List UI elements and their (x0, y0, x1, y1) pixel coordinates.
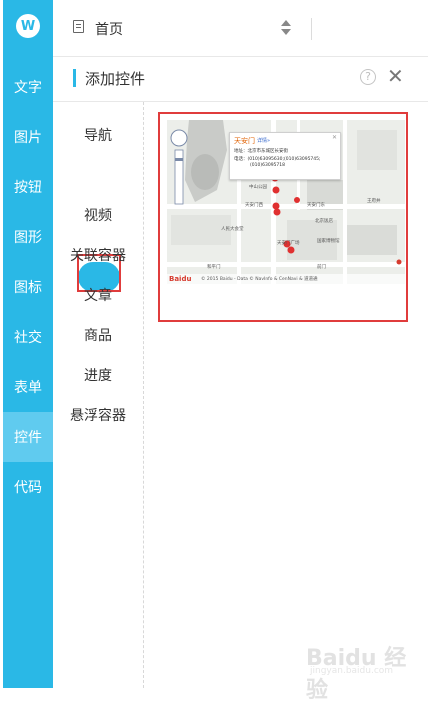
map-widget[interactable]: 天安门 详情» ✕ 地址：北京市东城区长安街 电话：(010)63095630;… (167, 120, 405, 284)
panel-header: 添加控件 ? ✕ (53, 57, 428, 102)
sidebar-item-label: 图标 (14, 280, 42, 296)
popup-phone-extra: (010)63095718 (250, 163, 286, 168)
page-selector[interactable]: 首页 (95, 19, 123, 39)
popup-address: 地址：北京市东城区长安街 (234, 149, 288, 154)
sidebar-item-form[interactable]: 表单 (3, 362, 53, 412)
sidebar-item-label: 图片 (14, 130, 42, 146)
category-map[interactable]: 地图 (53, 165, 143, 185)
map-label: 北京饭店 (315, 219, 333, 224)
map-label: 和平门 (207, 265, 221, 270)
title-accent (73, 69, 76, 87)
map-info-popup[interactable]: 天安门 详情» ✕ 地址：北京市东城区长安街 电话：(010)63095630;… (229, 132, 341, 180)
map-footer: Baidu © 2015 Baidu - Data © NavInfo & Ce… (167, 274, 405, 284)
category-product[interactable]: 商品 (53, 325, 143, 345)
sidebar-item-icon[interactable]: 图标 (3, 262, 53, 312)
app-logo[interactable]: W (16, 14, 40, 38)
baidu-map-logo: Baidu (169, 275, 192, 283)
divider (311, 18, 312, 40)
watermark-url: jingyan.baidu.com (310, 666, 394, 676)
sidebar-item-widget[interactable]: 控件 (3, 412, 53, 462)
map-copyright: © 2015 Baidu - Data © NavInfo & CenNavi … (201, 277, 318, 282)
category-list: 导航 地图 视频 关联容器 文章 商品 进度 悬浮容器 (53, 102, 144, 688)
logo-text: W (20, 18, 36, 34)
category-floating-container[interactable]: 悬浮容器 (53, 405, 143, 425)
map-label: 天安门东 (307, 203, 325, 208)
map-label: 天安门西 (245, 203, 263, 208)
help-icon[interactable]: ? (360, 69, 376, 85)
page-switch-icon[interactable] (281, 20, 291, 36)
sidebar-item-code[interactable]: 代码 (3, 462, 53, 512)
panel-title: 添加控件 (85, 70, 146, 88)
map-label: 国家博物馆 (317, 239, 340, 244)
popup-title: 天安门 (234, 137, 255, 145)
sidebar-item-label: 文字 (14, 80, 42, 96)
map-label: 王府井 (367, 199, 381, 204)
page-icon (73, 20, 84, 33)
sidebar-item-label: 代码 (14, 480, 42, 496)
category-article[interactable]: 文章 (53, 285, 143, 305)
sidebar-item-shape[interactable]: 图形 (3, 212, 53, 262)
map-label: 天安门广场 (277, 241, 300, 246)
sidebar-item-label: 表单 (14, 380, 42, 396)
category-video[interactable]: 视频 (53, 205, 143, 225)
sidebar-item-social[interactable]: 社交 (3, 312, 53, 362)
sidebar-item-label: 图形 (14, 230, 42, 246)
sidebar-item-label: 控件 (14, 430, 42, 446)
popup-detail-link[interactable]: 详情» (257, 137, 270, 144)
close-icon[interactable]: ✕ (387, 65, 404, 87)
sidebar-item-button[interactable]: 按钮 (3, 162, 53, 212)
sidebar: W 文字 图片 按钮 图形 图标 社交 表单 控件 代码 (3, 0, 53, 688)
sidebar-item-label: 社交 (14, 330, 42, 346)
category-linked-container[interactable]: 关联容器 (53, 245, 143, 265)
sidebar-item-image[interactable]: 图片 (3, 112, 53, 162)
map-label: 人民大会堂 (221, 227, 244, 232)
map-label: 前门 (317, 265, 326, 270)
sidebar-item-label: 按钮 (14, 180, 42, 196)
top-bar: 首页 (53, 0, 428, 57)
popup-close-icon[interactable]: ✕ (332, 134, 337, 141)
map-label: 中山公园 (249, 185, 267, 190)
sidebar-item-text[interactable]: 文字 (3, 62, 53, 112)
popup-phone: 电话：(010)63095630;(010)63095745; (234, 157, 321, 162)
category-progress[interactable]: 进度 (53, 365, 143, 385)
category-nav[interactable]: 导航 (53, 125, 143, 145)
